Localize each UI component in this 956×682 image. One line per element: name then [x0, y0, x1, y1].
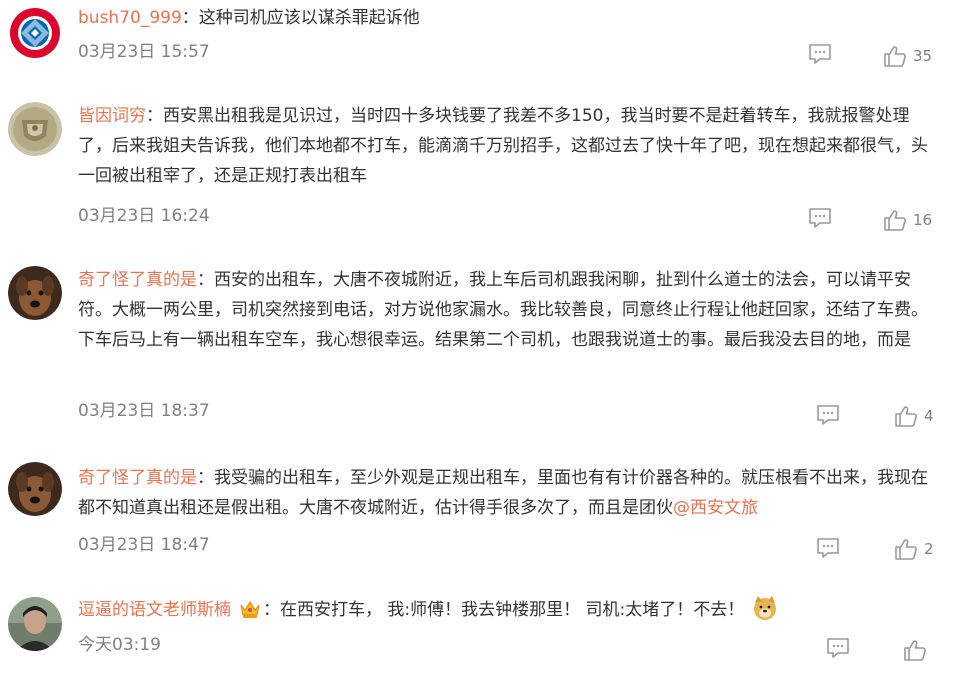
comment-time: 03月23日 18:37	[78, 401, 210, 421]
comment-body: 逗逼的语文老师斯楠 ：在西安打车， 我:师傅！我去钟楼那里！ 司机:太堵了！不去！	[78, 595, 940, 631]
comment-text: 西安黑出租我是见识过，当时四十多块钱要了我差不多150，我当时要不是赶着转车，我…	[78, 106, 928, 186]
like-count: 16	[913, 211, 933, 229]
man-photo-icon	[8, 597, 62, 651]
like-count: 35	[913, 47, 933, 65]
comment-separator: ：	[197, 270, 214, 290]
like-button[interactable]: 16	[883, 208, 932, 232]
comment-separator: ：	[146, 106, 163, 126]
comment-time: 03月23日 15:57	[78, 42, 210, 62]
thumbs-up-icon	[904, 640, 926, 661]
avatar[interactable]	[8, 6, 62, 60]
avatar[interactable]	[8, 102, 62, 156]
comment-text: 在西安打车， 我:师傅！我去钟楼那里！ 司机:太堵了！不去！	[280, 600, 745, 620]
dog-photo-icon	[8, 462, 62, 516]
thumbs-up-icon	[884, 210, 906, 231]
thumbs-up-icon	[895, 539, 917, 560]
mention-link[interactable]: @西安文旅	[673, 498, 758, 518]
fc-bayern-logo-icon	[8, 6, 62, 60]
comment-body: 奇了怪了真的是：我受骗的出租车，至少外观是正规出租车，里面也有有计价器各种的。就…	[78, 463, 940, 523]
vip-crown-icon	[239, 599, 261, 629]
reply-icon[interactable]	[808, 43, 832, 65]
dog-photo-icon	[8, 266, 62, 320]
comment-username[interactable]: bush70_999	[78, 8, 182, 28]
comment-username[interactable]: 奇了怪了真的是	[78, 468, 197, 488]
doge-emoji-icon	[752, 595, 778, 631]
comment-time: 03月23日 16:24	[78, 206, 210, 226]
comment-time: 今天03:19	[78, 635, 161, 655]
reply-icon[interactable]	[808, 207, 832, 229]
like-button[interactable]: 35	[883, 44, 932, 68]
comment-separator: ：	[263, 600, 280, 620]
comment-username[interactable]: 逗逼的语文老师斯楠	[78, 600, 231, 620]
reply-icon[interactable]	[816, 404, 840, 426]
like-button[interactable]: 4	[894, 404, 934, 428]
like-count: 2	[924, 540, 934, 558]
reply-icon[interactable]	[816, 537, 840, 559]
comment-body: 皆因词穷：西安黑出租我是见识过，当时四十多块钱要了我差不多150，我当时要不是赶…	[78, 101, 940, 191]
comment-username[interactable]: 奇了怪了真的是	[78, 270, 197, 290]
like-button[interactable]	[903, 638, 933, 662]
comment-time: 03月23日 18:47	[78, 535, 210, 555]
manchester-united-crest-icon	[8, 102, 62, 156]
avatar[interactable]	[8, 462, 62, 516]
avatar[interactable]	[8, 597, 62, 651]
comment-body: bush70_999：这种司机应该以谋杀罪起诉他	[78, 3, 940, 33]
thumbs-up-icon	[884, 46, 906, 67]
comment-separator: ：	[181, 8, 199, 28]
reply-icon[interactable]	[826, 637, 850, 659]
like-button[interactable]: 2	[894, 537, 934, 561]
comment-separator: ：	[197, 468, 214, 488]
comment-body: 奇了怪了真的是：西安的出租车，大唐不夜城附近，我上车后司机跟我闲聊，扯到什么道士…	[78, 265, 940, 355]
comment-username[interactable]: 皆因词穷	[78, 106, 146, 126]
thumbs-up-icon	[895, 406, 917, 427]
comment-text: 这种司机应该以谋杀罪起诉他	[198, 8, 420, 28]
avatar[interactable]	[8, 266, 62, 320]
like-count: 4	[924, 407, 934, 425]
